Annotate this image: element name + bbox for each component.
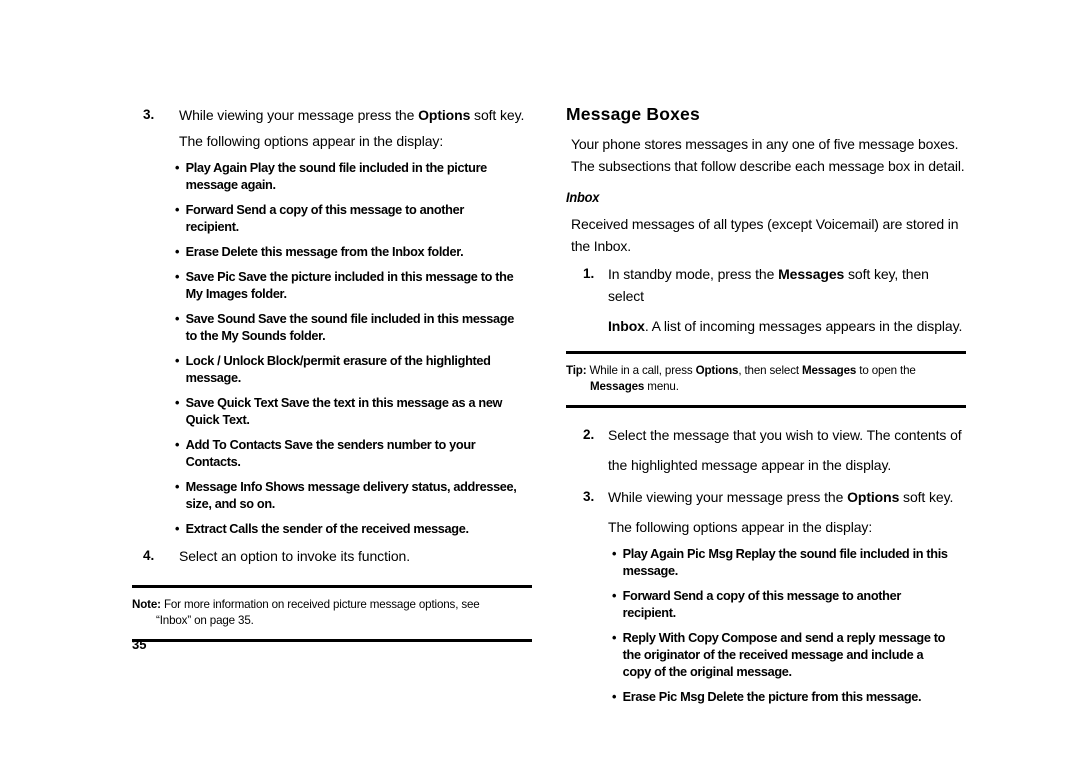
step-1-text-c: . A list of incoming messages appears in…: [644, 318, 963, 334]
tip-messages-keyword-2: Messages: [590, 379, 645, 393]
note-label: Note:: [132, 598, 161, 611]
note-line-2: “Inbox” on page 35.: [156, 613, 254, 627]
list-item: ExtractCalls the sender of the received …: [175, 520, 520, 537]
option-term: Erase: [185, 244, 219, 259]
tip-text-c: to open the: [856, 364, 916, 377]
option-term: Play Again: [185, 160, 248, 175]
page-title: Message Boxes: [566, 104, 700, 124]
step-3-line-2: The following options appear in the disp…: [179, 133, 444, 149]
list-item: Message InfoShows message delivery statu…: [175, 478, 520, 512]
list-item: Erase Pic MsgDelete the picture from thi…: [612, 688, 954, 705]
list-item: Lock / UnlockBlock/permit erasure of the…: [175, 352, 520, 386]
note-line-1: Note: For more information on received p…: [132, 597, 532, 613]
left-options-list: Play AgainPlay the sound file included i…: [132, 159, 532, 537]
option-term: Save Pic: [185, 269, 236, 284]
step-1-number: 1.: [583, 266, 595, 281]
option-term: Message Info: [185, 479, 263, 494]
list-item: Save PicSave the picture included in thi…: [175, 268, 520, 302]
option-term: Erase Pic Msg: [622, 689, 705, 704]
step-2: 2. Select the message that you wish to v…: [566, 424, 966, 476]
manual-page: 3. While viewing your message press the …: [0, 0, 1080, 771]
tip-line-1: Tip: While in a call, press Options, the…: [566, 363, 966, 379]
option-desc: Delete the picture from this message.: [707, 689, 922, 704]
step-3-right-text-a: While viewing your message press the: [608, 489, 848, 505]
step-4-number: 4.: [143, 548, 155, 563]
tip-text-a: While in a call, press: [586, 364, 696, 377]
list-item: Add To ContactsSave the senders number t…: [175, 436, 520, 470]
option-term: Lock / Unlock: [185, 353, 265, 368]
list-item: EraseDelete this message from the Inbox …: [175, 243, 520, 260]
option-term: Add To Contacts: [185, 437, 282, 452]
step-2-number: 2.: [583, 427, 595, 442]
option-desc: Calls the sender of the received message…: [229, 521, 469, 536]
option-desc: Delete this message from the Inbox folde…: [221, 244, 464, 259]
option-term: Save Sound: [185, 311, 256, 326]
step-3-right-line-1: While viewing your message press the Opt…: [608, 486, 966, 508]
right-column: Message Boxes Your phone stores messages…: [566, 104, 966, 713]
step-3-right-number: 3.: [583, 489, 595, 504]
intro-line-2: The subsections that follow describe eac…: [571, 158, 965, 174]
step-2-line-1: Select the message that you wish to view…: [608, 427, 962, 443]
step-1-messages-keyword: Messages: [778, 266, 845, 282]
tip-text-d: menu.: [644, 379, 679, 393]
tip-messages-keyword: Messages: [801, 364, 857, 377]
option-term: Forward: [622, 588, 671, 603]
option-term: Reply With Copy: [622, 630, 719, 645]
option-term: Forward: [185, 202, 234, 217]
list-item: ForwardSend a copy of this message to an…: [612, 587, 954, 621]
inbox-line-2: the Inbox.: [571, 238, 631, 254]
step-3-right-line-2: The following options appear in the disp…: [608, 519, 873, 535]
option-term: Save Quick Text: [185, 395, 279, 410]
option-term: Extract: [185, 521, 227, 536]
list-item: Save Quick TextSave the text in this mes…: [175, 394, 520, 428]
step-3-number: 3.: [143, 107, 155, 122]
step-2-line-2: the highlighted message appear in the di…: [608, 457, 892, 473]
step-4: 4. Select an option to invoke its functi…: [132, 545, 532, 567]
inbox-line-1: Received messages of all types (except V…: [571, 216, 959, 232]
step-1-inbox-keyword: Inbox: [608, 318, 645, 334]
step-1-text-a: In standby mode, press the: [608, 266, 779, 282]
option-term: Play Again Pic Msg: [622, 546, 733, 561]
list-item: ForwardSend a copy of this message to an…: [175, 201, 520, 235]
step-3-right-text-b: soft key.: [899, 489, 954, 505]
tip-line-2: Messages menu.: [566, 379, 966, 395]
list-item: Save SoundSave the sound file included i…: [175, 310, 520, 344]
tip-label: Tip:: [566, 364, 587, 377]
list-item: Play AgainPlay the sound file included i…: [175, 159, 520, 193]
step-3-text-a: While viewing your message press the: [179, 107, 419, 123]
step-1: 1. In standby mode, press the Messages s…: [566, 263, 966, 337]
list-item: Play Again Pic MsgReplay the sound file …: [612, 545, 954, 579]
subsection-title-inbox: Inbox: [566, 190, 600, 205]
list-item: Reply With CopyCompose and send a reply …: [612, 629, 954, 680]
step-3-options-keyword: Options: [418, 107, 471, 123]
page-number: 35: [132, 637, 147, 652]
step-3-right-options-keyword: Options: [847, 489, 900, 505]
step-1-line-2: Inbox. A list of incoming messages appea…: [608, 315, 966, 337]
note-callout: Note: For more information on received p…: [132, 585, 532, 642]
step-3-text-b: soft key.: [470, 107, 525, 123]
step-1-line-1: In standby mode, press the Messages soft…: [608, 263, 966, 307]
step-3: 3. While viewing your message press the …: [132, 104, 532, 152]
left-column: 3. While viewing your message press the …: [132, 104, 532, 642]
step-3-right: 3. While viewing your message press the …: [566, 486, 966, 538]
tip-options-keyword: Options: [695, 364, 739, 377]
note-text: For more information on received picture…: [160, 598, 480, 611]
intro-line-1: Your phone stores messages in any one of…: [571, 136, 959, 152]
tip-text-b: , then select: [738, 364, 802, 377]
tip-callout: Tip: While in a call, press Options, the…: [566, 351, 966, 408]
step-3-line-1: While viewing your message press the Opt…: [179, 104, 532, 126]
right-options-list: Play Again Pic MsgReplay the sound file …: [566, 545, 966, 705]
step-4-line-1: Select an option to invoke its function.: [179, 548, 411, 564]
